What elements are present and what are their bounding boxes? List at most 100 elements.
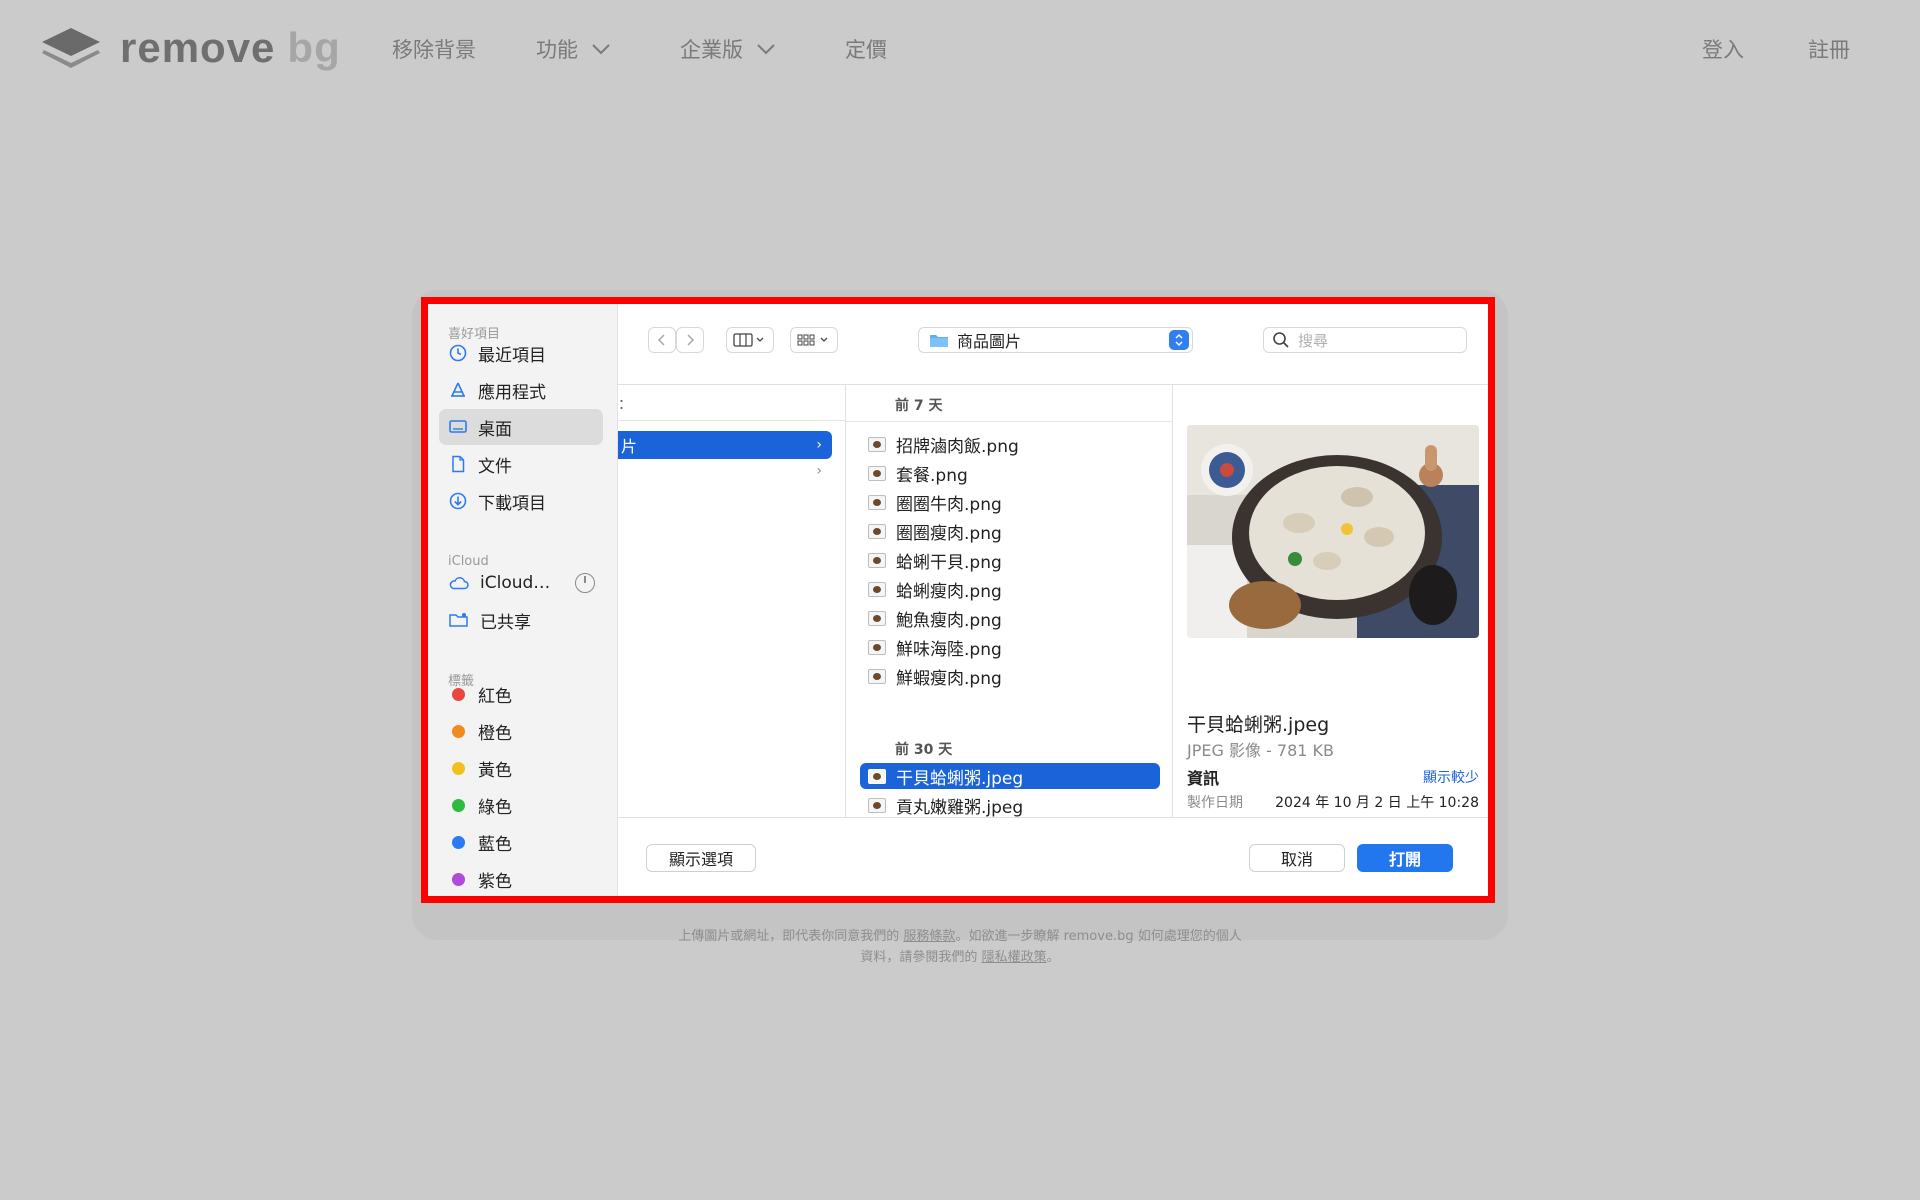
legal-text: 。如欲進一步瞭解 remove.bg 如何處理您的個人 — [955, 929, 1242, 944]
file-name: 干貝蛤蜊粥.jpeg — [896, 768, 1024, 789]
dialog-sidebar: 喜好項目 最近項目 應用程式 桌面 文件 下載項目 iCloud iCloud… — [421, 297, 618, 903]
sidebar-item-label: 紅色 — [478, 686, 512, 707]
file-item[interactable]: 鮑魚瘦肉.png — [860, 605, 1160, 631]
nav-pricing[interactable]: 定價 — [845, 34, 887, 64]
forward-button[interactable] — [676, 327, 704, 353]
search-field[interactable]: 搜尋 — [1263, 327, 1467, 353]
removebg-logo[interactable]: remove bg — [40, 24, 341, 72]
tag-color-dot — [452, 687, 465, 701]
divider — [846, 421, 1173, 422]
nav-enterprise[interactable]: 企業版 — [680, 34, 777, 64]
search-placeholder: 搜尋 — [1298, 331, 1329, 350]
dialog-toolbar: 商品圖片 搜尋 — [618, 297, 1495, 385]
sidebar-item-label: 最近項目 — [478, 345, 546, 366]
signup-label: 註冊 — [1808, 38, 1850, 62]
nav-features[interactable]: 功能 — [536, 34, 612, 64]
chevron-left-icon — [657, 334, 665, 346]
sidebar-item-desktop[interactable]: 桌面 — [439, 409, 603, 445]
show-options-button[interactable]: 顯示選項 — [646, 844, 756, 872]
cancel-button[interactable]: 取消 — [1249, 844, 1345, 872]
sidebar-item-label: 藍色 — [478, 834, 512, 855]
preview-image — [1187, 425, 1479, 638]
download-icon — [449, 492, 467, 510]
file-item[interactable]: 圈圈瘦肉.png — [860, 518, 1160, 544]
file-name: 鮮味海陸.png — [896, 639, 1002, 660]
show-less-link[interactable]: 顯示較少 — [1423, 767, 1479, 787]
sidebar-tag-red[interactable]: 紅色 — [439, 676, 603, 712]
group-by-button[interactable] — [790, 327, 838, 353]
sidebar-tag-yellow[interactable]: 黃色 — [439, 750, 603, 786]
sidebar-tag-orange[interactable]: 橙色 — [439, 713, 603, 749]
file-item[interactable]: 圈圈牛肉.png — [860, 489, 1160, 515]
site-header: remove bg 移除背景 功能 企業版 定價 登入 註冊 — [0, 0, 1920, 96]
login-label: 登入 — [1702, 38, 1744, 62]
sidebar-item-downloads[interactable]: 下載項目 — [439, 483, 603, 519]
sidebar-tag-purple[interactable]: 紫色 — [439, 861, 603, 897]
file-open-dialog: 喜好項目 最近項目 應用程式 桌面 文件 下載項目 iCloud iCloud… — [421, 297, 1495, 903]
column-view-icon — [733, 333, 764, 347]
signup-link[interactable]: 註冊 — [1808, 34, 1850, 64]
sidebar-tag-blue[interactable]: 藍色 — [439, 824, 603, 860]
login-link[interactable]: 登入 — [1702, 34, 1744, 64]
logo-text: remove bg — [120, 24, 341, 72]
folder-path-popup[interactable]: 商品圖片 — [918, 327, 1193, 353]
group-header-7-days: 前 7 天 — [895, 398, 943, 414]
file-item[interactable]: 蛤蜊干貝.png — [860, 547, 1160, 573]
sidebar-item-applications[interactable]: 應用程式 — [439, 372, 603, 408]
logo-layers-icon — [40, 26, 102, 70]
privacy-link[interactable]: 隱私權政策 — [982, 950, 1047, 965]
sidebar-tag-green[interactable]: 綠色 — [439, 787, 603, 823]
open-button[interactable]: 打開 — [1357, 844, 1453, 872]
folder-icon — [930, 335, 948, 347]
back-button[interactable] — [648, 327, 676, 353]
file-item[interactable]: 貢丸嫩雞粥.jpeg — [860, 792, 1160, 818]
image-thumbnail-icon — [868, 523, 886, 539]
file-item[interactable]: 鮮蝦瘦肉.png — [860, 663, 1160, 689]
sidebar-item-icloud-drive[interactable]: iCloud… — [439, 565, 603, 601]
sidebar-item-label: 橙色 — [478, 723, 512, 744]
file-name: 蛤蜊干貝.png — [896, 552, 1002, 573]
image-thumbnail-icon — [868, 436, 886, 452]
image-thumbnail-icon — [868, 668, 886, 684]
image-thumbnail-icon — [868, 610, 886, 626]
cloud-icon — [449, 577, 469, 590]
desktop-icon — [449, 420, 467, 433]
nav-label: 企業版 — [680, 38, 743, 62]
file-item[interactable]: 鮮味海陸.png — [860, 634, 1160, 660]
browser-column-parent: ： 片 › › — [618, 385, 846, 817]
chevron-down-icon — [592, 44, 610, 55]
tag-color-dot — [452, 872, 465, 886]
legal-text: 。 — [1046, 950, 1060, 965]
image-thumbnail-icon — [868, 797, 886, 813]
nav-remove-background[interactable]: 移除背景 — [392, 34, 476, 64]
file-item-selected[interactable]: 干貝蛤蜊粥.jpeg — [860, 763, 1160, 789]
sidebar-item-shared[interactable]: 已共享 — [439, 602, 603, 638]
sidebar-item-label: 應用程式 — [478, 382, 546, 403]
group-header-30-days: 前 30 天 — [895, 742, 953, 758]
dialog-bottom-bar: 顯示選項 取消 打開 — [618, 817, 1495, 903]
terms-link[interactable]: 服務條款 — [903, 929, 955, 944]
chevron-right-icon: › — [816, 437, 822, 453]
tag-color-dot — [452, 835, 465, 849]
sidebar-item-documents[interactable]: 文件 — [439, 446, 603, 482]
folder-name: 商品圖片 — [957, 332, 1022, 351]
button-label: 打開 — [1388, 850, 1421, 869]
button-label: 顯示選項 — [668, 850, 733, 869]
file-item[interactable]: 套餐.png — [860, 460, 1160, 486]
sidebar-item-label: 紫色 — [478, 871, 512, 892]
search-icon — [1273, 332, 1289, 348]
tag-color-dot — [452, 761, 465, 775]
legal-notice: 上傳圖片或網址，即代表你同意我們的 服務條款。如欲進一步瞭解 remove.bg… — [0, 926, 1920, 968]
file-item[interactable]: 蛤蜊瘦肉.png — [860, 576, 1160, 602]
folder-row-label: 片 — [621, 437, 638, 456]
column-view-button[interactable] — [726, 327, 774, 353]
file-item[interactable]: 招牌滷肉飯.png — [860, 431, 1160, 457]
file-name: 鮑魚瘦肉.png — [896, 610, 1002, 631]
folder-row[interactable]: › — [618, 463, 832, 487]
image-thumbnail-icon — [868, 768, 886, 784]
folder-row-selected[interactable]: 片 › — [618, 431, 832, 459]
sidebar-item-recents[interactable]: 最近項目 — [439, 335, 603, 371]
file-name: 圈圈牛肉.png — [896, 494, 1002, 515]
legal-line-1: 上傳圖片或網址，即代表你同意我們的 服務條款。如欲進一步瞭解 remove.bg… — [0, 926, 1920, 947]
legal-text: 資料，請參閱我們的 — [860, 950, 978, 965]
